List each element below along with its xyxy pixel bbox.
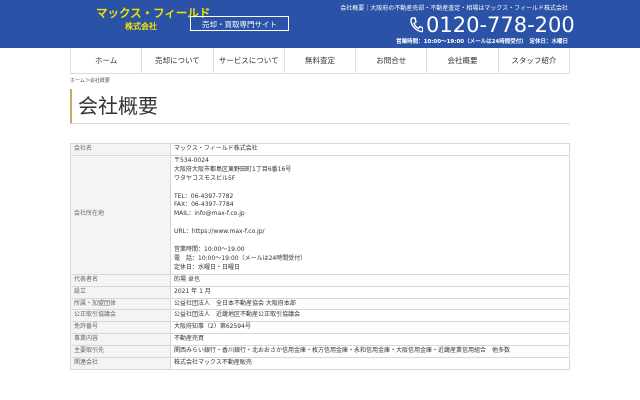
row-value: 〒534-0024 大阪府大阪市都島区東野田町1丁目6番16号 ワタヤコスモスビ… [170,154,570,275]
nav-free-appraisal[interactable]: 無料査定 [283,48,355,73]
phone-number[interactable]: 0120-778-200 [409,13,575,37]
row-label: 会社名 [70,143,171,156]
row-label: 主要取引先 [70,345,171,359]
nav-home[interactable]: ホーム [70,48,141,73]
row-value: 不動産売買 [170,333,570,347]
row-label: 代表者名 [70,273,171,287]
page-title: 会社概要 [70,89,570,124]
table-row: 主要取引先 関西みらい銀行・香川銀行・北おおさか信用金庫・枚方信用金庫・永和信用… [70,345,570,359]
logo-sub-text: 株式会社 [125,22,157,31]
nav-services[interactable]: サービスについて [212,48,284,73]
phone-number-text: 0120-778-200 [426,13,575,37]
table-row: 会社名 マックス・フィールド株式会社 [70,143,570,156]
row-label: 設立 [70,285,171,299]
row-value: 公益社団法人 近畿地区不動産公正取引協議会 [170,309,570,323]
logo-main-text: マックス・フィールド [96,6,211,20]
business-hours: 営業時間：10:00〜19:00（メールは24時間受付） 定休日：水曜日 [396,39,568,45]
nav-contact[interactable]: お問合せ [355,48,426,73]
site-header: マックス・フィールド 株式会社 売却・買取専門サイト 会社概要｜大阪府の不動産売… [0,0,640,48]
phone-icon [410,17,423,33]
table-row: 関連会社 株式会社マックス不動産販売 [70,357,570,370]
table-row: 設立 2021 年 1 月 [70,285,570,299]
row-value: 公益社団法人 全日本不動産協会 大阪府本部 [170,297,570,311]
table-row: 所属・加盟団体 公益社団法人 全日本不動産協会 大阪府本部 [70,297,570,311]
main-nav: ホーム 売却について サービスについて 無料査定 お問合せ 会社概要 スタッフ紹… [70,48,570,74]
row-value: マックス・フィールド株式会社 [170,143,570,156]
site-type-badge: 売却・買取専門サイト [190,16,289,31]
row-label: 免許番号 [70,321,171,335]
nav-about-selling[interactable]: 売却について [141,48,212,73]
table-row: 会社所在地 〒534-0024 大阪府大阪市都島区東野田町1丁目6番16号 ワタ… [70,154,570,275]
row-value: 大阪府知事（2）第62594号 [170,321,570,335]
row-value: 的場 卓也 [170,273,570,287]
row-label: 公正取引協議会 [70,309,171,323]
site-logo[interactable]: マックス・フィールド 株式会社 [96,6,211,33]
row-label: 事業内容 [70,333,171,347]
table-row: 代表者名 的場 卓也 [70,273,570,287]
nav-staff[interactable]: スタッフ紹介 [497,48,570,73]
row-label: 所属・加盟団体 [70,297,171,311]
table-row: 事業内容 不動産売買 [70,333,570,347]
header-tagline: 会社概要｜大阪府の不動産売却・不動産査定・相場はマックス・フィールド株式会社 [340,5,568,12]
table-row: 公正取引協議会 公益社団法人 近畿地区不動産公正取引協議会 [70,309,570,323]
row-value: 2021 年 1 月 [170,285,570,299]
table-row: 免許番号 大阪府知事（2）第62594号 [70,321,570,335]
nav-company[interactable]: 会社概要 [426,48,497,73]
company-info-table: 会社名 マックス・フィールド株式会社 会社所在地 〒534-0024 大阪府大阪… [70,143,570,370]
row-label: 関連会社 [70,357,171,370]
row-value: 関西みらい銀行・香川銀行・北おおさか信用金庫・枚方信用金庫・永和信用金庫・大阪信… [170,345,570,359]
row-value: 株式会社マックス不動産販売 [170,357,570,370]
row-label: 会社所在地 [70,154,171,275]
breadcrumb[interactable]: ホーム＞会社概要 [70,77,640,85]
